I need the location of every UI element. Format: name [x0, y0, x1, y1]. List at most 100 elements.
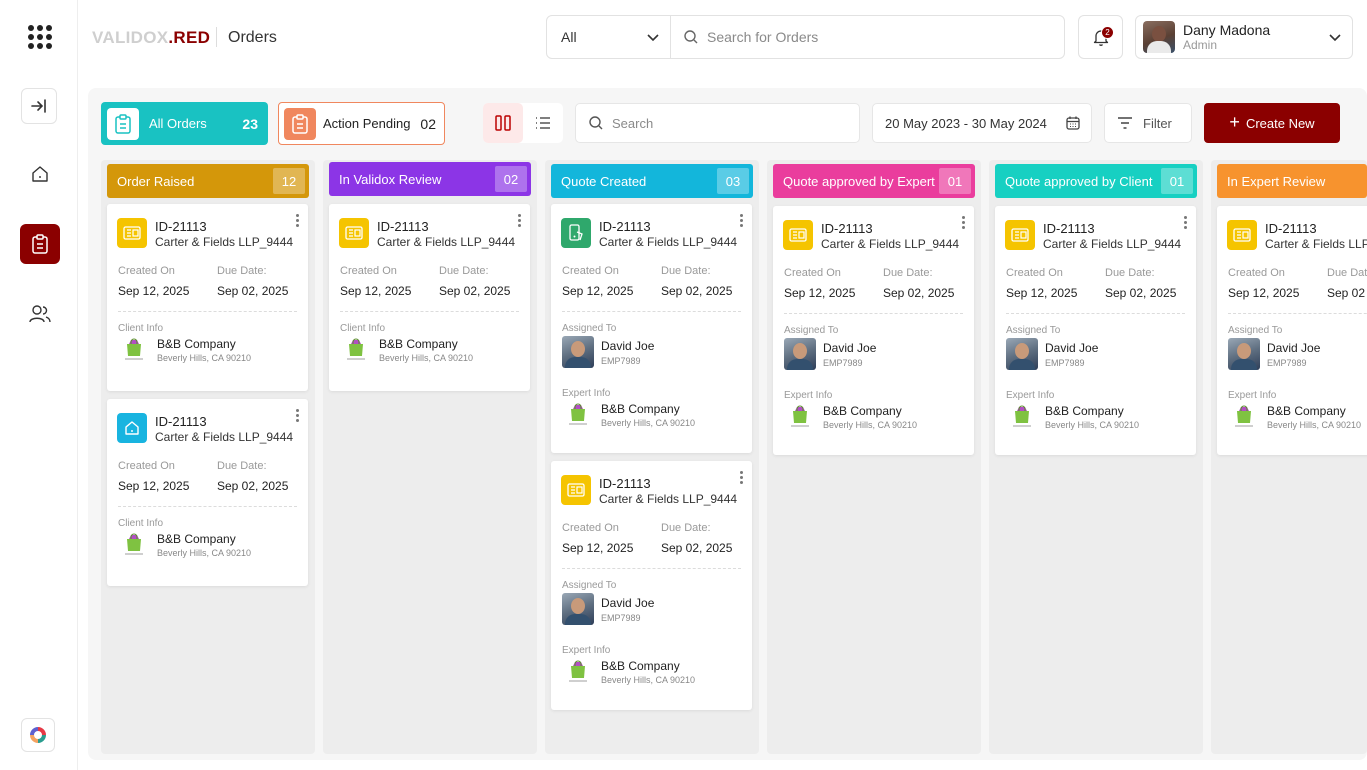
- search-input[interactable]: [707, 29, 1007, 45]
- clipboard-icon: [107, 107, 139, 140]
- orders-search-input[interactable]: [612, 115, 842, 131]
- user-menu[interactable]: Dany Madona Admin: [1135, 15, 1353, 59]
- search-scope-select[interactable]: All: [547, 16, 671, 58]
- column-header[interactable]: Quote approved by Client 01: [995, 164, 1197, 198]
- more-options-icon[interactable]: [1180, 213, 1190, 231]
- order-card[interactable]: ID-21113Carter & Fields LLP_9444 Created …: [551, 461, 752, 710]
- due-date-value: Sep 02, 2025: [1105, 286, 1177, 300]
- avatar: [562, 336, 594, 368]
- expert-info-label: Expert Info: [1006, 390, 1055, 401]
- plus-icon: +: [1229, 112, 1240, 132]
- assignee-emp-id: EMP7989: [1045, 358, 1085, 368]
- column-header[interactable]: Quote approved by Expert 01: [773, 164, 975, 198]
- column-header[interactable]: In Expert Review: [1217, 164, 1367, 198]
- company-address: Beverly Hills, CA 90210: [823, 420, 918, 430]
- order-id: ID-21113: [1043, 221, 1095, 236]
- date-range-picker[interactable]: 20 May 2023 - 30 May 2024: [872, 103, 1092, 143]
- more-options-icon[interactable]: [736, 211, 746, 229]
- top-header: VALIDOX.RED Orders All 2 Dany Madona Adm…: [78, 0, 1367, 74]
- due-date-value: Sep 02, 2025: [217, 284, 289, 298]
- order-card[interactable]: ID-21113Carter & Fields LLP_9444 Created …: [773, 206, 974, 455]
- avatar: [784, 338, 816, 370]
- board-view-icon[interactable]: [483, 103, 523, 143]
- home-icon[interactable]: [20, 154, 60, 194]
- order-id: ID-21113: [599, 476, 651, 491]
- order-card[interactable]: ID-21113Carter & Fields LLP_9444 Created …: [107, 399, 308, 586]
- order-card[interactable]: ID-21113Carter & Fields LLP_9444 Created …: [329, 204, 530, 391]
- create-new-button[interactable]: + Create New: [1204, 103, 1340, 143]
- company-logo-icon: [345, 336, 367, 362]
- invoice-icon: [561, 475, 591, 505]
- order-id: ID-21113: [155, 219, 207, 234]
- company-address: Beverly Hills, CA 90210: [157, 353, 252, 363]
- filter-icon: [1118, 117, 1132, 129]
- invoice-icon: [117, 218, 147, 248]
- card-divider: [562, 568, 741, 569]
- column-title: In Validox Review: [339, 171, 442, 187]
- due-date-label: Due Date:: [883, 267, 933, 279]
- column-header[interactable]: Order Raised 12: [107, 164, 309, 198]
- more-options-icon[interactable]: [958, 213, 968, 231]
- action-pending-count: 02: [420, 115, 436, 132]
- order-card[interactable]: ID-21113Carter & Fields LLP_9444 Created …: [107, 204, 308, 391]
- notifications-button[interactable]: 2: [1078, 15, 1123, 59]
- clipboard-icon: [284, 107, 316, 140]
- company-logo-icon: [567, 658, 589, 684]
- card-divider: [118, 506, 297, 507]
- users-icon[interactable]: [20, 294, 60, 334]
- column-count: 02: [495, 166, 527, 192]
- search-icon: [684, 30, 698, 44]
- due-date-label: Due Date:: [439, 265, 489, 277]
- chevron-down-icon: [647, 34, 659, 42]
- more-options-icon[interactable]: [292, 211, 302, 229]
- created-on-label: Created On: [340, 265, 397, 277]
- company-address: Beverly Hills, CA 90210: [601, 418, 696, 428]
- date-range-value: 20 May 2023 - 30 May 2024: [885, 115, 1047, 131]
- created-on-value: Sep 12, 2025: [784, 286, 856, 300]
- orders-clipboard-icon[interactable]: [20, 224, 60, 264]
- order-client: Carter & Fields LLP_9444: [155, 430, 294, 444]
- order-card[interactable]: ID-21113Carter & Fields LLP_9444 Created …: [551, 204, 752, 453]
- card-divider: [562, 311, 741, 312]
- more-options-icon[interactable]: [514, 211, 524, 229]
- all-orders-count: 23: [242, 115, 258, 132]
- all-orders-label: All Orders: [149, 116, 207, 131]
- order-client: Carter & Fields LLP_9444: [1043, 237, 1182, 251]
- column-title: Quote Created: [561, 173, 647, 189]
- order-id: ID-21113: [1265, 221, 1317, 236]
- brand-logo[interactable]: VALIDOX.RED: [92, 28, 210, 48]
- order-card[interactable]: ID-21113Carter & Fields LLP_9444 Created …: [1217, 206, 1367, 455]
- action-pending-tab[interactable]: Action Pending 02: [278, 102, 445, 145]
- assigned-to-label: Assigned To: [784, 325, 839, 336]
- card-divider: [118, 311, 297, 312]
- company-name: B&B Company: [379, 337, 458, 351]
- column-header[interactable]: In Validox Review 02: [329, 162, 531, 196]
- more-options-icon[interactable]: [292, 406, 302, 424]
- order-id: ID-21113: [377, 219, 429, 234]
- expand-sidebar-icon[interactable]: [21, 88, 57, 124]
- invoice-icon: [1227, 220, 1257, 250]
- invoice-icon: [339, 218, 369, 248]
- column-count: 01: [939, 168, 971, 194]
- more-options-icon[interactable]: [736, 468, 746, 486]
- global-search: All: [546, 15, 1065, 59]
- expert-info-label: Expert Info: [562, 388, 611, 399]
- order-card[interactable]: ID-21113Carter & Fields LLP_9444 Created …: [995, 206, 1196, 455]
- avatar: [1006, 338, 1038, 370]
- filter-button[interactable]: Filter: [1104, 103, 1192, 143]
- due-date-label: Due Date:: [1327, 267, 1367, 279]
- column-header[interactable]: Quote Created 03: [551, 164, 753, 198]
- apps-grid-icon[interactable]: [28, 25, 52, 49]
- expert-info-label: Expert Info: [1228, 390, 1277, 401]
- client-info-label: Client Info: [340, 323, 386, 334]
- column-count: 03: [717, 168, 749, 194]
- assignee-emp-id: EMP7989: [601, 613, 641, 623]
- all-orders-tab[interactable]: All Orders 23: [101, 102, 268, 145]
- order-client: Carter & Fields LLP_9444: [599, 492, 738, 506]
- created-on-value: Sep 12, 2025: [340, 284, 412, 298]
- order-client: Carter & Fields LLP_9444: [155, 235, 294, 249]
- list-view-icon[interactable]: [523, 103, 563, 143]
- card-divider: [1006, 313, 1185, 314]
- card-divider: [1228, 313, 1367, 314]
- create-new-label: Create New: [1245, 115, 1315, 131]
